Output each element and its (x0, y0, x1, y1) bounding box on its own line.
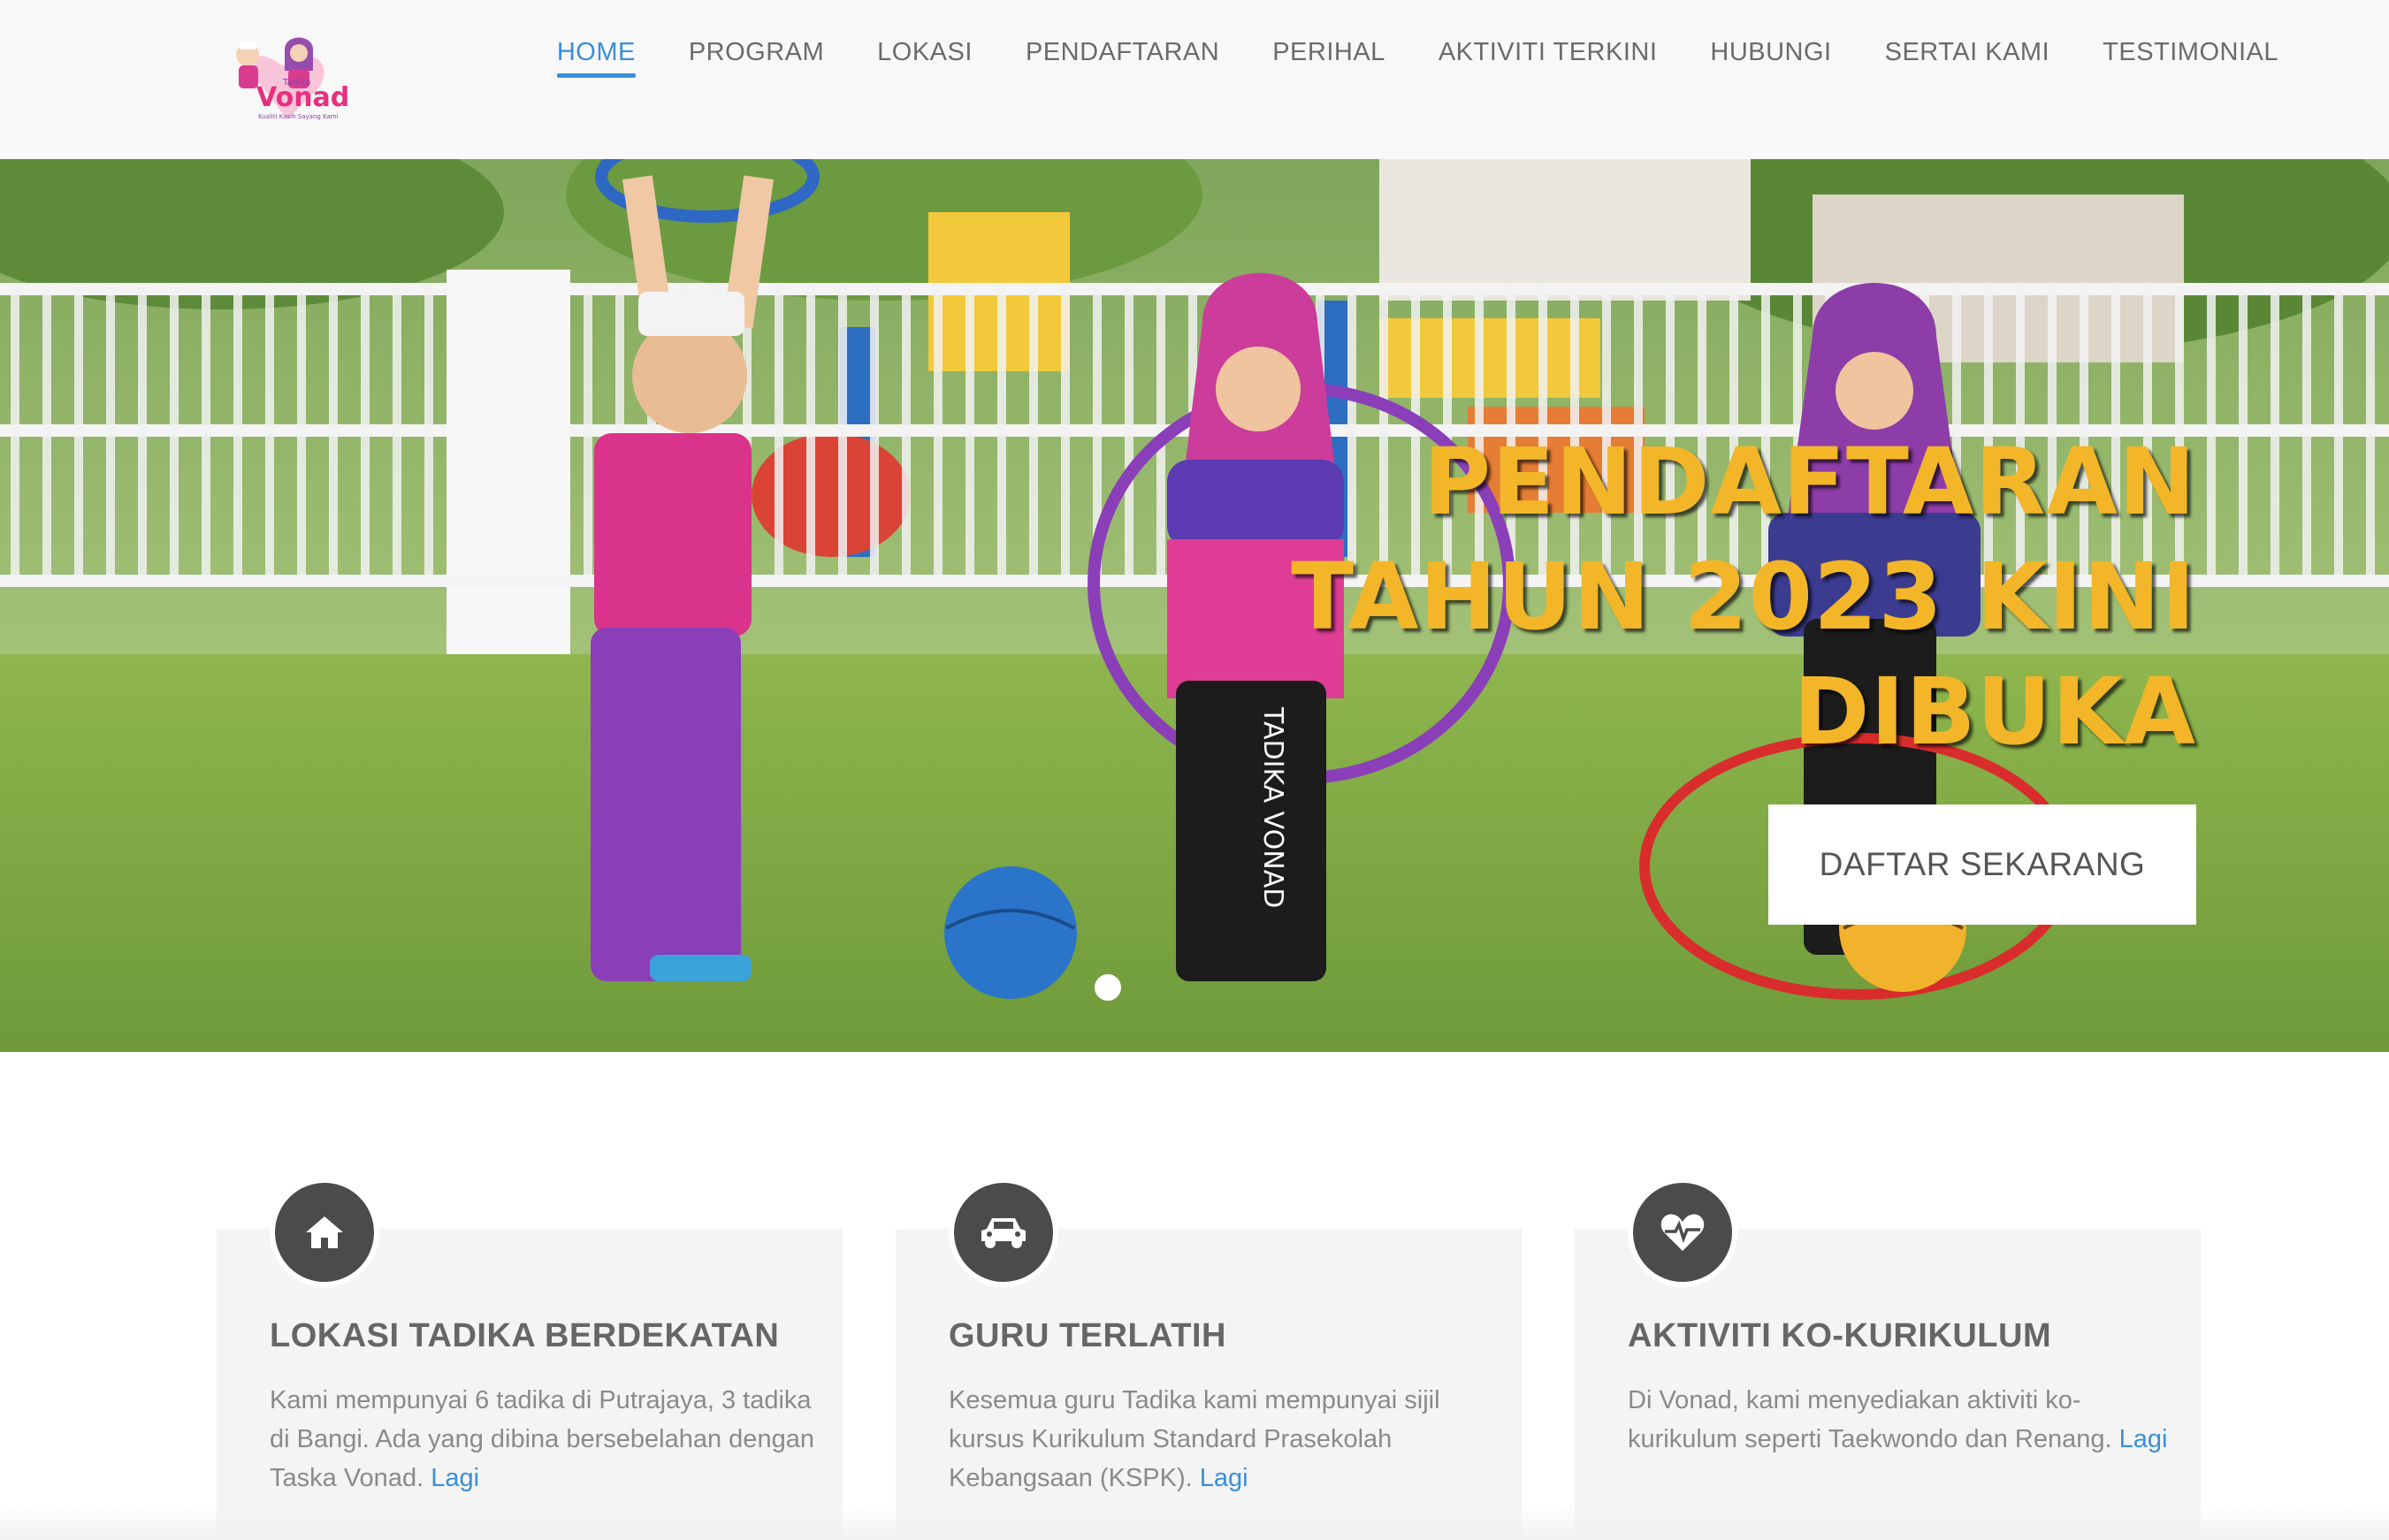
lagi-link[interactable]: Lagi (1200, 1464, 1248, 1492)
bottom-fade (0, 1505, 2389, 1540)
nav-lokasi[interactable]: LOKASI (851, 32, 999, 87)
hero-slider: TADIKA VONAD PENDAFTARAN TAHUN 2023 KINI… (0, 159, 2389, 1052)
feature-text: Di Vonad, kami menyediakan aktiviti ko-k… (1628, 1386, 2168, 1453)
hero-headline-line2: TAHUN 2023 KINI (1291, 543, 2196, 651)
feature-text: Kami mempunyai 6 tadika di Putrajaya, 3 … (270, 1386, 814, 1492)
daftar-sekarang-button[interactable]: DAFTAR SEKARANG (1768, 804, 2196, 925)
lagi-link[interactable]: Lagi (2119, 1425, 2168, 1453)
feature-card-guru: GURU TERLATIH Kesemua guru Tadika kami m… (896, 1178, 1522, 1540)
tadika-vonad-logo[interactable]: Tadika Vonad Kualiti Kasih Sayang Kami (221, 27, 371, 128)
car-icon (949, 1178, 1058, 1287)
feature-title: GURU TERLATIH (949, 1317, 1226, 1354)
nav-home[interactable]: HOME (530, 32, 662, 87)
hero-headline-line1: PENDAFTARAN (1423, 428, 2196, 536)
features-section: LOKASI TADIKA BERDEKATAN Kami mempunyai … (0, 1052, 2389, 1540)
site-header: Tadika Vonad Kualiti Kasih Sayang Kami H… (0, 0, 2389, 159)
nav-testimonial[interactable]: TESTIMONIAL (2076, 32, 2305, 87)
hero-headline-line3: DIBUKA (1793, 658, 2196, 766)
nav-pendaftaran[interactable]: PENDAFTARAN (999, 32, 1246, 87)
nav-aktiviti-terkini[interactable]: AKTIVITI TERKINI (1412, 32, 1684, 87)
hero-headline: PENDAFTARAN TAHUN 2023 KINI DIBUKA (1224, 424, 2196, 769)
home-icon (270, 1178, 379, 1287)
heartbeat-icon (1628, 1178, 1737, 1287)
nav-hubungi[interactable]: HUBUNGI (1683, 32, 1858, 87)
feature-title: AKTIVITI KO-KURIKULUM (1628, 1317, 2052, 1354)
nav-program[interactable]: PROGRAM (662, 32, 851, 87)
feature-title: LOKASI TADIKA BERDEKATAN (270, 1317, 780, 1354)
lagi-link[interactable]: Lagi (431, 1464, 479, 1492)
feature-card-lokasi: LOKASI TADIKA BERDEKATAN Kami mempunyai … (217, 1178, 843, 1540)
nav-perihal[interactable]: PERIHAL (1246, 32, 1412, 87)
slider-dot-1[interactable] (1095, 974, 1121, 1001)
feature-card-aktiviti: AKTIVITI KO-KURIKULUM Di Vonad, kami men… (1575, 1178, 2201, 1540)
feature-text: Kesemua guru Tadika kami mempunyai sijil… (949, 1386, 1440, 1492)
svg-text:Vonad: Vonad (256, 82, 349, 113)
nav-sertai-kami[interactable]: SERTAI KAMI (1859, 32, 2077, 87)
main-nav: HOME PROGRAM LOKASI PENDAFTARAN PERIHAL … (530, 32, 2305, 87)
svg-text:Kualiti Kasih Sayang Kami: Kualiti Kasih Sayang Kami (258, 113, 339, 120)
